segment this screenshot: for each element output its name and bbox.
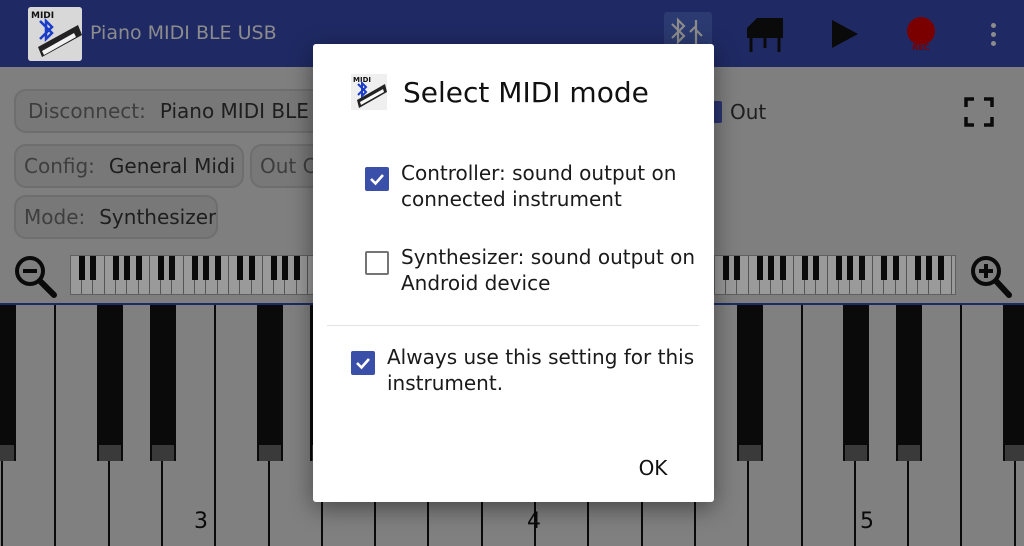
keyboard-overview-strip[interactable] [70, 255, 314, 295]
keyboard-overview-strip[interactable] [714, 255, 956, 295]
overview-key [941, 256, 952, 294]
record-label: REC [912, 42, 930, 52]
disconnect-button[interactable]: Disconnect: Piano MIDI BLE USB [14, 89, 324, 133]
svg-text:MIDI: MIDI [31, 11, 54, 21]
config-button[interactable]: Config: General Midi [14, 144, 244, 188]
checkbox-unchecked-icon[interactable] [365, 251, 389, 275]
out-label: Out [730, 100, 767, 124]
play-icon[interactable] [822, 12, 864, 56]
octave-label: 4 [527, 509, 541, 534]
overflow-menu-icon[interactable] [982, 12, 1004, 56]
disconnect-label: Disconnect: [28, 99, 146, 123]
config-label: Config: [24, 154, 95, 178]
always-use-setting-option[interactable]: Always use this setting for this instrum… [351, 344, 701, 396]
app-title: Piano MIDI BLE USB [90, 22, 277, 44]
overview-key [297, 256, 308, 294]
black-key[interactable] [843, 305, 870, 461]
ok-button[interactable]: OK [625, 448, 681, 488]
dialog-title: Select MIDI mode [403, 76, 649, 109]
grand-piano-icon[interactable] [742, 12, 788, 56]
out-checkbox[interactable]: Out [708, 100, 766, 124]
overview-key [252, 256, 263, 294]
app-screen: MIDI Piano MIDI BLE USB REC Disconnect: … [0, 0, 1024, 546]
config-value: General Midi [108, 154, 236, 178]
black-key[interactable] [896, 305, 923, 461]
overview-key [783, 256, 794, 294]
overview-key [817, 256, 828, 294]
octave-label: 3 [194, 509, 208, 534]
black-key[interactable] [1003, 305, 1024, 461]
black-key[interactable] [256, 305, 283, 461]
record-button[interactable]: REC [898, 12, 944, 56]
fullscreen-icon[interactable] [964, 97, 994, 127]
synthesizer-mode-label: Synthesizer: sound output on Android dev… [401, 245, 696, 295]
overview-key [173, 256, 184, 294]
dialog-divider [327, 325, 699, 326]
controller-mode-label: Controller: sound output on connected in… [401, 161, 677, 211]
octave-label: 5 [860, 509, 874, 534]
overview-key [862, 256, 873, 294]
black-key[interactable] [736, 305, 763, 461]
checkbox-checked-icon[interactable] [365, 167, 389, 191]
disconnect-device-name: Piano MIDI BLE USB [159, 99, 322, 123]
dialog-app-icon: MIDI [351, 74, 387, 110]
overview-key [139, 256, 150, 294]
black-key[interactable] [150, 305, 177, 461]
overview-key [738, 256, 749, 294]
synthesizer-mode-option[interactable]: Synthesizer: sound output on Android dev… [365, 244, 705, 296]
always-use-setting-label: Always use this setting for this instrum… [387, 345, 695, 395]
select-midi-mode-dialog: MIDI Select MIDI mode Controller: sound … [313, 44, 714, 502]
black-key[interactable] [0, 305, 17, 461]
zoom-out-icon[interactable] [12, 253, 58, 299]
controller-mode-option[interactable]: Controller: sound output on connected in… [365, 160, 705, 212]
overview-key [218, 256, 229, 294]
mode-button[interactable]: Mode: Synthesizer [14, 195, 218, 239]
mode-value: Synthesizer [99, 205, 217, 229]
app-logo: MIDI [28, 7, 82, 61]
record-icon [907, 16, 935, 45]
mode-label: Mode: [24, 205, 86, 229]
black-key[interactable] [96, 305, 123, 461]
overview-key [896, 256, 907, 294]
overview-key [94, 256, 105, 294]
zoom-in-icon[interactable] [966, 253, 1012, 299]
checkbox-checked-icon[interactable] [351, 351, 375, 375]
